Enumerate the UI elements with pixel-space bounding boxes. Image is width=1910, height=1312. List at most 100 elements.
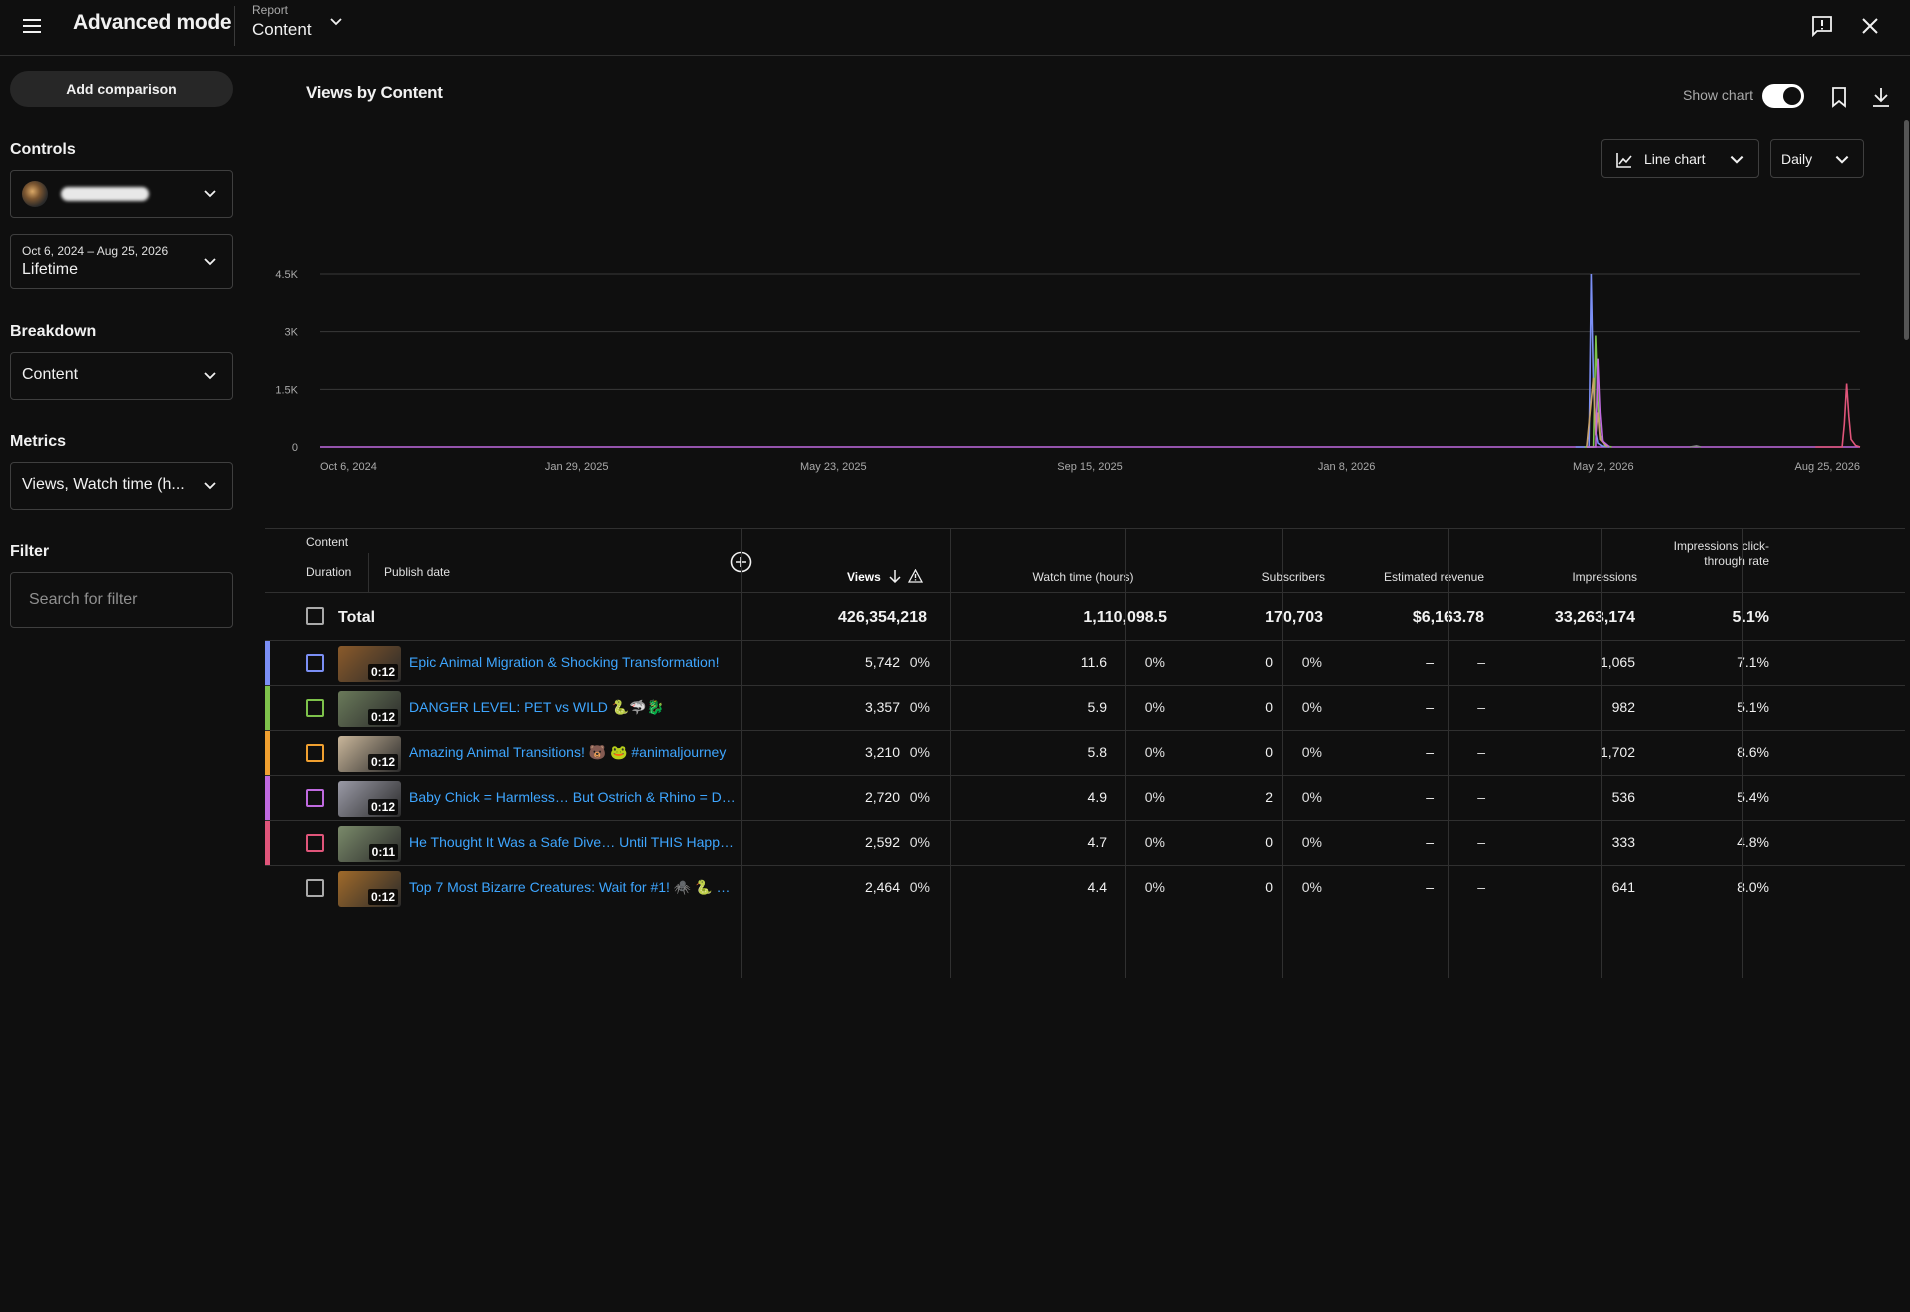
report-label: Report [252, 3, 289, 17]
toggle-knob [1783, 87, 1801, 105]
y-tick-label: 1.5K [275, 384, 298, 396]
column-divider [1125, 528, 1126, 978]
app-title: Advanced mode [73, 11, 232, 34]
y-tick-label: 4.5K [275, 269, 298, 281]
subscribers-value: 0 [1265, 834, 1273, 850]
interval-label: Daily [1781, 151, 1813, 167]
header-duration[interactable]: Duration [306, 565, 351, 579]
x-tick-label: May 23, 2025 [800, 461, 867, 473]
add-comparison-button[interactable]: Add comparison [10, 71, 233, 107]
total-ctr: 5.1% [1732, 609, 1769, 626]
row-checkbox[interactable] [306, 699, 324, 717]
video-title-link[interactable]: Top 7 Most Bizarre Creatures: Wait for #… [409, 879, 737, 896]
revenue-value: – [1426, 834, 1434, 850]
series-line [1575, 273, 1610, 448]
x-tick-label: Sep 15, 2025 [1057, 461, 1122, 473]
menu-icon[interactable] [20, 14, 44, 38]
column-divider [950, 528, 951, 978]
download-icon[interactable] [1869, 85, 1893, 109]
ctr-value: 5.4% [1737, 789, 1769, 805]
column-divider [1448, 528, 1449, 978]
subscribers-value: 2 [1265, 789, 1273, 805]
interval-dropdown[interactable]: Daily [1770, 139, 1864, 178]
video-title-link[interactable]: Epic Animal Migration & Shocking Transfo… [409, 654, 737, 670]
column-divider [741, 528, 742, 978]
video-thumbnail[interactable]: 0:12 [338, 646, 401, 682]
total-label: Total [338, 609, 376, 626]
filter-search-input[interactable] [10, 572, 233, 628]
y-tick-label: 0 [292, 442, 298, 454]
header-revenue[interactable]: Estimated revenue [1325, 570, 1484, 584]
duration-badge: 0:12 [367, 664, 398, 680]
column-divider [1742, 528, 1743, 978]
revenue-value: – [1426, 654, 1434, 670]
row-checkbox[interactable] [306, 654, 324, 672]
line-chart-icon [1616, 153, 1632, 168]
views-value: 5,742 [864, 654, 900, 670]
video-title-link[interactable]: Amazing Animal Transitions! 🐻 🐸 #animalj… [409, 744, 737, 761]
total-watch-time: 1,110,098.5 [965, 609, 1167, 627]
chevron-down-icon[interactable] [328, 14, 344, 30]
video-thumbnail[interactable]: 0:12 [338, 781, 401, 817]
bookmark-icon[interactable] [1827, 85, 1851, 109]
header-publish-date[interactable]: Publish date [384, 565, 450, 579]
close-icon[interactable] [1858, 14, 1882, 38]
metrics-selector[interactable]: Views, Watch time (h... [10, 462, 233, 510]
header-impressions[interactable]: Impressions [1505, 570, 1637, 584]
chart-type-dropdown[interactable]: Line chart [1601, 139, 1759, 178]
watch-time-value: 5.9 [1087, 699, 1107, 715]
video-thumbnail[interactable]: 0:12 [338, 871, 401, 907]
chart-title: Views by Content [306, 83, 443, 102]
video-thumbnail[interactable]: 0:12 [338, 736, 401, 772]
header-views[interactable]: Views [847, 570, 881, 584]
subscribers-value: 0 [1265, 699, 1273, 715]
total-views: 426,354,218 [838, 609, 927, 626]
total-checkbox[interactable] [306, 607, 324, 625]
row-checkbox[interactable] [306, 789, 324, 807]
x-tick-label: Aug 25, 2026 [1795, 461, 1860, 473]
views-line-chart: 0 1.5K 3K 4.5K Oct 6, 2024 Jan 29, 2025 May 23… [275, 269, 1861, 473]
y-tick-label: 3K [285, 327, 299, 339]
sort-down-icon[interactable] [888, 569, 902, 583]
video-thumbnail[interactable]: 0:11 [338, 826, 401, 862]
video-title-link[interactable]: Baby Chick = Harmless… But Ostrich & Rhi… [409, 789, 737, 805]
watch-time-value: 4.9 [1087, 789, 1107, 805]
revenue-percent: – [1477, 654, 1485, 670]
row-checkbox[interactable] [306, 879, 324, 897]
date-range-selector[interactable]: Oct 6, 2024 – Aug 25, 2026 Lifetime [10, 234, 233, 289]
video-title-link[interactable]: He Thought It Was a Safe Dive… Until THI… [409, 834, 737, 850]
header-watch-time[interactable]: Watch time (hours) [998, 570, 1168, 584]
video-thumbnail[interactable]: 0:12 [338, 691, 401, 727]
watch-time-percent: 0% [1144, 699, 1165, 715]
x-tick-label: Oct 6, 2024 [320, 461, 377, 473]
video-title-link[interactable]: DANGER LEVEL: PET vs WILD 🐍🦈🐉 [409, 699, 737, 716]
subscribers-value: 0 [1265, 654, 1273, 670]
impressions-value: 333 [1611, 834, 1635, 850]
breakdown-selector[interactable]: Content [10, 352, 233, 400]
show-chart-toggle[interactable] [1762, 84, 1804, 108]
scrollbar[interactable] [1904, 120, 1909, 340]
revenue-percent: – [1477, 834, 1485, 850]
table-row: 0:12 Top 7 Most Bizarre Creatures: Wait f… [265, 865, 1905, 910]
header-subscribers[interactable]: Subscribers [1165, 570, 1325, 584]
header-content[interactable]: Content [306, 535, 348, 549]
subscribers-percent: 0% [1301, 699, 1322, 715]
channel-selector[interactable] [10, 170, 233, 218]
avatar [22, 181, 48, 207]
impressions-value: 536 [1611, 789, 1635, 805]
row-checkbox[interactable] [306, 834, 324, 852]
watch-time-value: 5.8 [1087, 744, 1107, 760]
views-value: 2,720 [864, 789, 900, 805]
total-row: Total 426,354,218 1,110,098.5 170,703 $6… [265, 592, 1905, 640]
x-tick-label: Jan 8, 2026 [1318, 461, 1376, 473]
table-row: 0:12 Baby Chick = Harmless… But Ostrich &… [265, 775, 1905, 820]
duration-badge: 0:12 [367, 889, 398, 905]
header-ctr[interactable]: Impressions click-through rate [1647, 539, 1769, 569]
views-percent: 0% [909, 834, 930, 850]
warning-icon[interactable] [908, 569, 923, 583]
feedback-icon[interactable] [1810, 14, 1834, 38]
date-range-text: Oct 6, 2024 – Aug 25, 2026 [22, 244, 169, 258]
row-checkbox[interactable] [306, 744, 324, 762]
revenue-percent: – [1477, 744, 1485, 760]
report-selector[interactable]: Report Content [252, 3, 312, 40]
